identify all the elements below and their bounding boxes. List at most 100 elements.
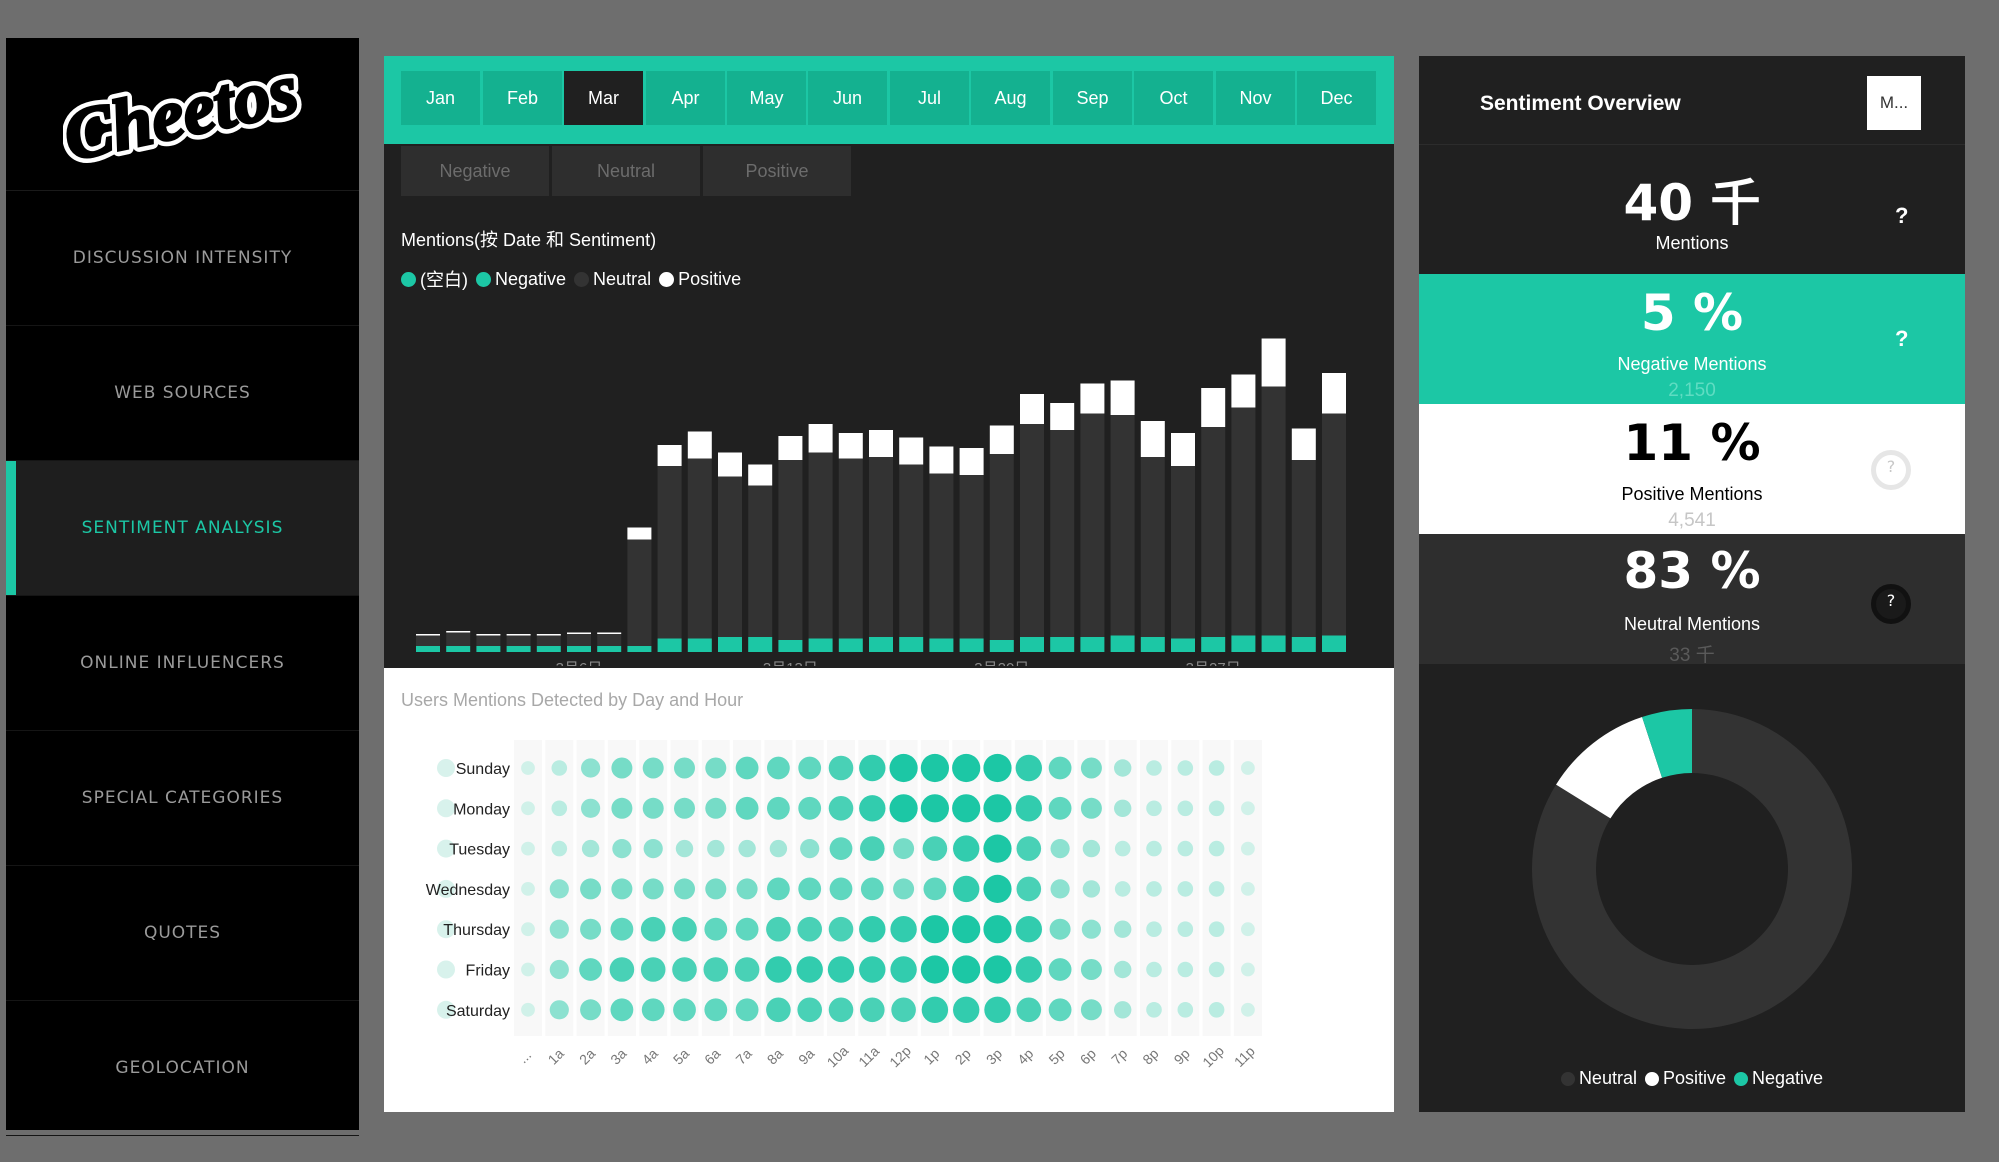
bar-segment-neutral[interactable] <box>718 476 742 638</box>
heatmap-cell[interactable] <box>1241 761 1255 775</box>
heatmap-cell[interactable] <box>581 798 601 818</box>
bar-segment-positive[interactable] <box>446 631 471 633</box>
month-nov[interactable]: Nov <box>1216 71 1295 125</box>
heatmap-cell[interactable] <box>1016 836 1042 861</box>
heatmap-cell[interactable] <box>1114 759 1132 777</box>
heatmap-cell[interactable] <box>707 839 725 858</box>
donut-legend-negative[interactable]: Negative <box>1734 1068 1823 1089</box>
bar-segment-positive[interactable] <box>687 431 712 459</box>
heatmap-cell[interactable] <box>797 916 822 942</box>
heatmap-cell[interactable] <box>1082 880 1101 898</box>
heatmap-cell[interactable] <box>1048 756 1072 780</box>
heatmap-cell[interactable] <box>612 839 632 859</box>
legend-entry-blank[interactable]: (空白) <box>401 266 468 292</box>
heatmap-cell[interactable] <box>643 839 663 859</box>
bar-segment-negative[interactable] <box>446 646 471 652</box>
heatmap-cell[interactable] <box>735 917 759 941</box>
bar-segment-positive[interactable] <box>1322 373 1346 414</box>
bar-segment-positive[interactable] <box>627 527 652 540</box>
heatmap-cell[interactable] <box>734 957 760 982</box>
bar-segment-positive[interactable] <box>506 634 531 636</box>
overview-menu-button[interactable]: M... <box>1867 76 1921 130</box>
heatmap-cell[interactable] <box>829 877 853 901</box>
bar-segment-negative[interactable] <box>1020 637 1044 652</box>
bar-segment-negative[interactable] <box>929 638 954 653</box>
heatmap-cell[interactable] <box>1016 876 1042 902</box>
heatmap-cell[interactable] <box>797 997 822 1023</box>
bar-segment-neutral[interactable] <box>899 464 924 638</box>
bar-segment-neutral[interactable] <box>446 632 471 647</box>
bar-segment-positive[interactable] <box>536 634 561 636</box>
bar-segment-negative[interactable] <box>1231 635 1256 653</box>
heatmap-cell[interactable] <box>1146 921 1162 937</box>
heatmap-cell[interactable] <box>735 796 759 820</box>
heatmap-cell[interactable] <box>1080 999 1102 1021</box>
bar-segment-neutral[interactable] <box>1110 415 1135 636</box>
kpi-negative-help-icon[interactable]: ? <box>1895 326 1908 352</box>
heatmap-cell[interactable] <box>859 754 886 782</box>
bar-segment-negative[interactable] <box>687 638 712 653</box>
nav-item-quotes[interactable]: QUOTES <box>6 866 359 1001</box>
heatmap-cell[interactable] <box>640 916 666 942</box>
heatmap-cell[interactable] <box>581 758 601 778</box>
heatmap-cell[interactable] <box>549 1000 569 1020</box>
heatmap-cell[interactable] <box>611 757 633 779</box>
heatmap-cell[interactable] <box>1241 922 1255 937</box>
bar-segment-negative[interactable] <box>657 638 682 653</box>
heatmap-cell[interactable] <box>767 796 790 820</box>
heatmap-cell[interactable] <box>1015 956 1042 983</box>
heatmap-cell[interactable] <box>983 955 1012 984</box>
bar-segment-negative[interactable] <box>1201 637 1226 652</box>
heatmap-cell[interactable] <box>549 879 569 899</box>
nav-item-geolocation[interactable]: GEOLOCATION <box>6 1001 359 1136</box>
heatmap-cell[interactable] <box>800 839 820 859</box>
month-mar[interactable]: Mar <box>564 71 643 125</box>
bar-segment-positive[interactable] <box>899 437 924 465</box>
heatmap-cell[interactable] <box>798 796 822 820</box>
heatmap-cell[interactable] <box>673 998 696 1022</box>
heatmap-cell[interactable] <box>828 916 854 942</box>
bar-segment-neutral[interactable] <box>476 635 501 647</box>
month-jul[interactable]: Jul <box>890 71 969 125</box>
legend-entry-positive[interactable]: Positive <box>659 269 741 290</box>
bar-segment-positive[interactable] <box>476 634 501 636</box>
legend-entry-negative[interactable]: Negative <box>476 269 566 290</box>
heatmap-cell[interactable] <box>767 756 790 780</box>
heatmap-cell[interactable] <box>952 794 981 823</box>
bar-segment-positive[interactable] <box>929 446 954 474</box>
bar-segment-negative[interactable] <box>808 638 833 653</box>
bar-segment-positive[interactable] <box>778 436 803 460</box>
bar-segment-positive[interactable] <box>1171 433 1195 466</box>
bar-segment-neutral[interactable] <box>567 634 591 646</box>
bar-segment-neutral[interactable] <box>536 635 561 647</box>
heatmap-cell[interactable] <box>922 836 948 861</box>
heatmap-cell[interactable] <box>735 998 759 1022</box>
bar-segment-neutral[interactable] <box>506 635 531 647</box>
bar-segment-neutral[interactable] <box>416 635 440 647</box>
heatmap-cell[interactable] <box>1050 839 1070 859</box>
heatmap-cell[interactable] <box>609 957 635 982</box>
month-feb[interactable]: Feb <box>483 71 562 125</box>
heatmap-cell[interactable] <box>703 957 729 982</box>
bar-segment-negative[interactable] <box>1291 637 1316 652</box>
heatmap-cell[interactable] <box>674 757 695 779</box>
bar-segment-neutral[interactable] <box>1201 427 1226 637</box>
heatmap-cell[interactable] <box>521 841 535 856</box>
heatmap-cell[interactable] <box>704 998 728 1022</box>
heatmap-cell[interactable] <box>1177 881 1194 897</box>
heatmap-cell[interactable] <box>642 757 664 779</box>
heatmap-cell[interactable] <box>641 998 665 1022</box>
donut-legend-neutral[interactable]: Neutral <box>1560 1068 1637 1089</box>
bar-segment-negative[interactable] <box>506 646 531 652</box>
heatmap-cell[interactable] <box>984 996 1011 1023</box>
bar-segment-positive[interactable] <box>1291 428 1316 461</box>
heatmap-cell[interactable] <box>1208 800 1225 817</box>
bar-segment-negative[interactable] <box>1261 635 1286 653</box>
month-sep[interactable]: Sep <box>1053 71 1132 125</box>
bar-segment-positive[interactable] <box>1261 338 1286 387</box>
heatmap-cell[interactable] <box>893 878 915 900</box>
month-jan[interactable]: Jan <box>401 71 480 125</box>
heatmap-cell[interactable] <box>1208 840 1225 857</box>
bar-segment-neutral[interactable] <box>869 457 893 637</box>
heatmap-cell[interactable] <box>1016 997 1042 1023</box>
